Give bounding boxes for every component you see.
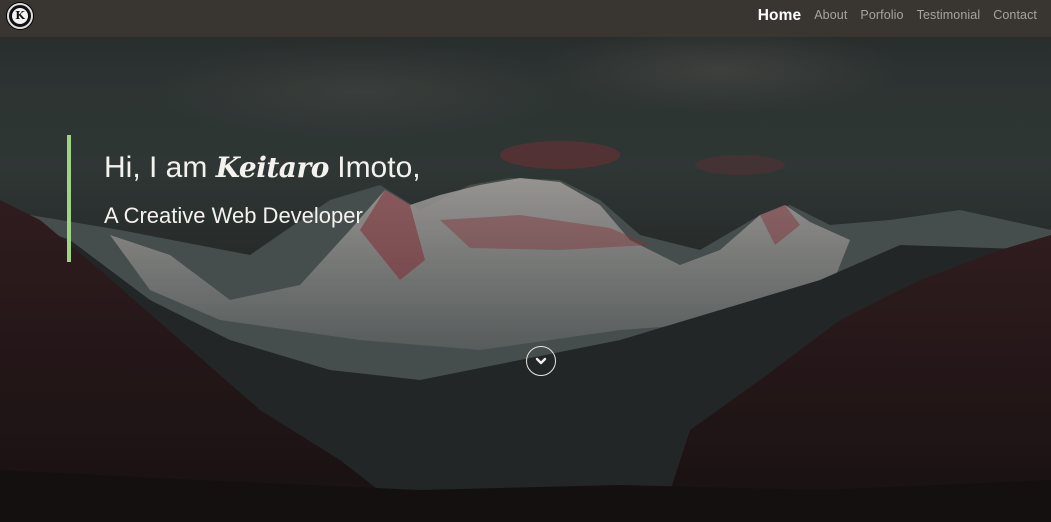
nav-link-portfolio[interactable]: Porfolio [860,8,903,22]
hero-tagline: A Creative Web Developer [104,203,363,228]
nav-link-testimonial[interactable]: Testimonial [917,8,981,22]
k-logo-icon[interactable]: K [7,3,33,29]
logo-letter: K [12,8,28,24]
page: K Home About Porfolio Testimonial Contac… [0,0,1051,522]
hero-greeting: Hi, I am [104,151,208,184]
navbar: K Home About Porfolio Testimonial Contac… [0,0,1051,37]
nav-link-about[interactable]: About [814,8,847,22]
scroll-down-button[interactable] [526,346,556,376]
hero-last-name: Imoto, [337,151,421,184]
hero-heading: Hi, I am Keitaro Imoto, [104,151,421,185]
nav-link-contact[interactable]: Contact [993,8,1037,22]
hero-first-name: Keitaro [215,151,330,184]
nav-link-home[interactable]: Home [758,7,801,25]
nav-links: Home About Porfolio Testimonial Contact [758,0,1037,30]
chevron-down-icon [535,357,547,365]
hero-intro: Hi, I am Keitaro Imoto, A Creative Web D… [67,135,421,262]
